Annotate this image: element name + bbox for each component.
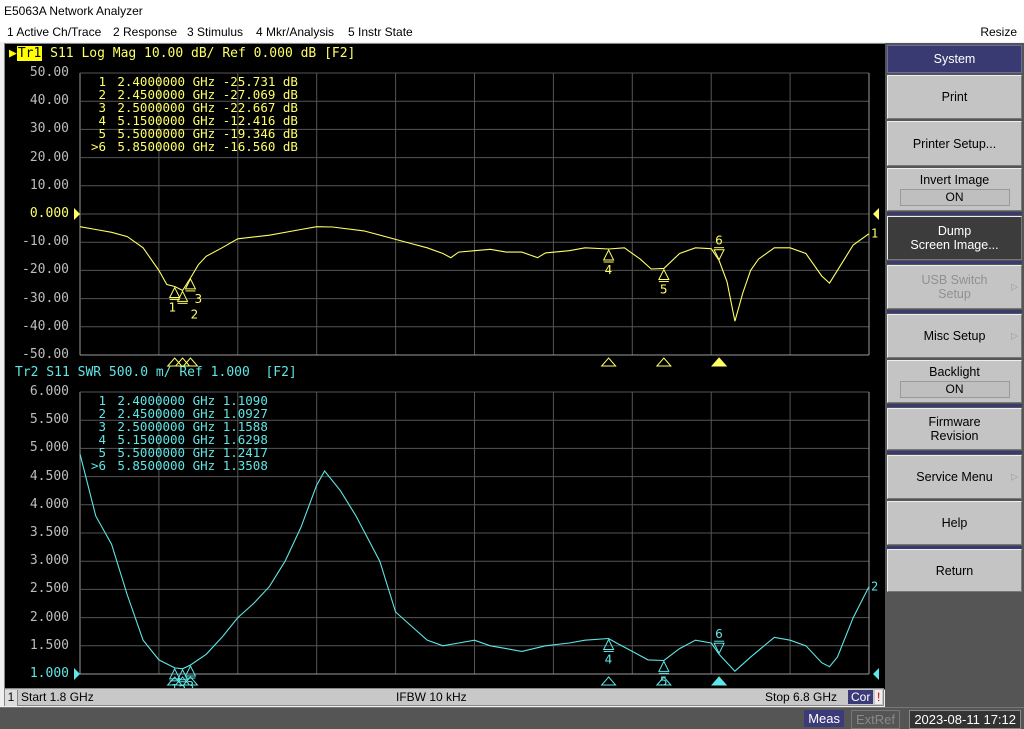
marker-frequency: 5.8500000 GHz (117, 458, 216, 473)
marker-number-label: 6 (715, 627, 723, 641)
softkey-panel: System Print Printer Setup... Invert Ima… (885, 43, 1024, 707)
warning-indicator: ! (875, 690, 883, 704)
marker-number-label: 3 (194, 292, 202, 306)
print-label: Print (941, 90, 968, 104)
return-label: Return (935, 563, 974, 578)
usb-switch-setup-button[interactable]: USB Switch Setup ▷ (887, 265, 1022, 309)
marker-triangle-icon (713, 642, 725, 655)
submenu-arrow-icon: ▷ (1011, 330, 1018, 341)
stimulus-marker-icon (655, 357, 672, 367)
status-bar: Meas ExtRef 2023-08-11 17:12 (0, 707, 1024, 729)
menu-active-ch-trace[interactable]: 1 Active Ch/Trace (7, 25, 101, 39)
invert-image-toggle[interactable]: Invert Image ON (887, 168, 1022, 211)
extref-status-badge: ExtRef (850, 710, 900, 729)
backlight-state: ON (899, 381, 1010, 398)
stimulus-marker-icon (600, 676, 617, 686)
ifbw[interactable]: IFBW 10 kHz (396, 690, 467, 704)
misc-setup-button[interactable]: Misc Setup ▷ (887, 314, 1022, 358)
marker-triangle-icon (658, 268, 670, 281)
firmware-label-line2: Revision (930, 429, 979, 443)
marker-id: > (91, 458, 99, 473)
printer-setup-label: Printer Setup... (912, 136, 997, 151)
meas-status-badge: Meas (804, 710, 844, 727)
trace-number-label: 2 (871, 580, 878, 594)
printer-setup-button[interactable]: Printer Setup... (887, 121, 1022, 166)
softkey-menu-title: System (887, 45, 1022, 73)
submenu-arrow-icon: ▷ (1011, 471, 1018, 482)
backlight-toggle[interactable]: Backlight ON (887, 360, 1022, 403)
usb-switch-label-line1: USB Switch (921, 273, 988, 287)
stimulus-marker-icon (710, 357, 728, 367)
softkey-separator (887, 212, 1022, 215)
marker-number-label: 2 (191, 307, 199, 321)
dump-label-line2: Screen Image... (910, 238, 999, 252)
marker-number-label: 5 (660, 283, 668, 297)
marker-number-label: 4 (605, 263, 613, 277)
invert-image-label: Invert Image (919, 173, 990, 187)
marker-number-label: 6 (715, 234, 723, 248)
dump-screen-image-button[interactable]: Dump Screen Image... (887, 216, 1022, 260)
menu-stimulus[interactable]: 3 Stimulus (187, 25, 243, 39)
print-button[interactable]: Print (887, 75, 1022, 119)
resize-button[interactable]: Resize (980, 25, 1017, 39)
marker-number-label: 4 (605, 652, 613, 666)
service-menu-label: Service Menu (916, 470, 993, 484)
marker-triangle-icon (602, 248, 615, 261)
submenu-arrow-icon: ▷ (1011, 281, 1018, 292)
reference-level-right-arrow-icon (873, 668, 879, 680)
marker-triangle-icon (658, 660, 670, 672)
help-label: Help (941, 516, 968, 530)
menu-bar: 1 Active Ch/Trace 2 Response 3 Stimulus … (0, 22, 1024, 42)
trace1-marker-table: 1 2.4000000 GHz -25.731 dB 2 2.4500000 GHz -… (91, 75, 298, 153)
trace2-marker-table: 1 2.4000000 GHz 1.1090 2 2.4500000 GHz 1.092… (91, 394, 268, 472)
help-button[interactable]: Help (887, 501, 1022, 545)
marker-number-label: 1 (169, 301, 177, 315)
softkey-separator (887, 261, 1022, 264)
start-frequency[interactable]: Start 1.8 GHz (21, 690, 94, 704)
marker-readout-row: >6 5.8500000 GHz 1.3508 (91, 459, 268, 472)
menu-response[interactable]: 2 Response (113, 25, 177, 39)
marker-triangle-icon (184, 664, 197, 677)
channel-number[interactable]: 1 (5, 690, 18, 706)
reference-level-right-arrow-icon (873, 208, 879, 220)
softkey-separator (887, 404, 1022, 407)
softkey-separator (887, 451, 1022, 454)
measurement-screen: ▶Tr1 S11 Log Mag 10.00 dB/ Ref 0.000 dB … (4, 43, 886, 690)
marker-value: -16.560 dB (222, 139, 298, 154)
stimulus-marker-icon (600, 357, 617, 367)
marker-value: 1.3508 (222, 458, 268, 473)
backlight-label: Backlight (929, 365, 980, 379)
correction-status-badge: Cor (848, 690, 874, 704)
reference-level-left-arrow-icon (74, 668, 80, 680)
marker-frequency: 5.8500000 GHz (117, 139, 216, 154)
firmware-label-line1: Firmware (928, 415, 981, 429)
menu-mkr-analysis[interactable]: 4 Mkr/Analysis (256, 25, 334, 39)
invert-image-state: ON (899, 189, 1010, 206)
marker-number: 6 (98, 458, 107, 473)
trace-number-label: 1 (871, 227, 878, 241)
misc-setup-label: Misc Setup (923, 329, 986, 343)
softkey-menu-title-label: System (933, 52, 976, 66)
return-button[interactable]: Return (887, 549, 1022, 592)
dump-label-line1: Dump (937, 224, 972, 238)
window-title-bar: E5063A Network Analyzer (0, 0, 1024, 22)
date-time: 2023-08-11 17:12 (909, 710, 1021, 729)
marker-readout-row: >6 5.8500000 GHz -16.560 dB (91, 140, 298, 153)
usb-switch-label-line2: Setup (938, 287, 971, 301)
marker-number: 6 (98, 139, 107, 154)
marker-id: > (91, 139, 99, 154)
reference-level-left-arrow-icon (74, 208, 80, 220)
marker-triangle-icon (168, 286, 181, 299)
stop-frequency[interactable]: Stop 6.8 GHz (765, 690, 837, 704)
service-menu-button[interactable]: Service Menu ▷ (887, 455, 1022, 499)
firmware-revision-button[interactable]: Firmware Revision (887, 408, 1022, 450)
sweep-info-bar: 1 Start 1.8 GHz IFBW 10 kHz Stop 6.8 GHz… (4, 688, 884, 706)
window-title: E5063A Network Analyzer (4, 4, 143, 18)
softkey-separator (887, 310, 1022, 313)
menu-instr-state[interactable]: 5 Instr State (348, 25, 413, 39)
stimulus-marker-icon (710, 676, 728, 686)
